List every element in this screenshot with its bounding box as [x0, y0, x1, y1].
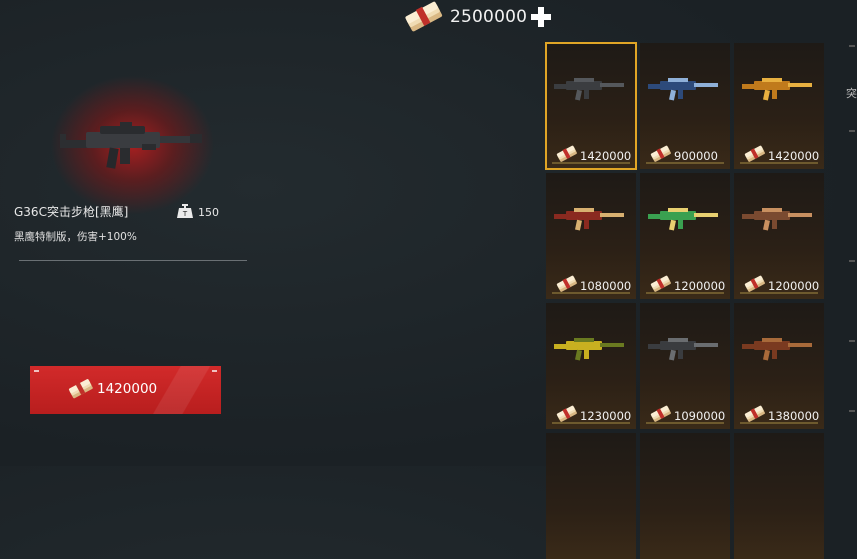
- weapon-card[interactable]: [734, 433, 824, 559]
- weapon-thumbnail: [648, 335, 722, 365]
- side-panel-label: 突: [846, 87, 857, 100]
- weapon-card[interactable]: 1200000: [640, 173, 730, 299]
- weapon-price-value: 1380000: [768, 408, 820, 423]
- weapon-card[interactable]: 1380000: [734, 303, 824, 429]
- weapon-price-value: 1420000: [768, 148, 820, 163]
- cash-stack-icon: [404, 1, 444, 33]
- weapon-card[interactable]: 900000: [640, 43, 730, 169]
- weight-icon: T: [176, 203, 194, 222]
- weapon-thumbnail: [648, 75, 722, 105]
- card-underline: [740, 162, 818, 164]
- buy-button[interactable]: 1420000: [30, 366, 221, 414]
- weapon-price-value: 1200000: [768, 278, 820, 293]
- weapon-thumbnail: [742, 205, 816, 235]
- weapon-price-value: 1420000: [580, 148, 632, 163]
- weapon-thumbnail: [648, 205, 722, 235]
- weapon-price-value: 1230000: [580, 408, 632, 423]
- cash-stack-icon: [68, 378, 94, 400]
- weapon-price-value: 1090000: [674, 408, 726, 423]
- card-underline: [646, 162, 724, 164]
- corner-mark: [212, 370, 217, 372]
- weapon-thumbnail: [554, 335, 628, 365]
- weapon-weight: T 150: [176, 203, 219, 222]
- weapon-thumbnail: [554, 205, 628, 235]
- card-underline: [552, 162, 630, 164]
- edge-mark: [849, 45, 855, 47]
- corner-mark: [34, 370, 39, 372]
- weapon-card[interactable]: 1420000: [734, 43, 824, 169]
- edge-mark: [849, 340, 855, 342]
- weapon-thumbnail: [742, 335, 816, 365]
- weight-value: 150: [198, 206, 219, 219]
- side-panel-edge: 突: [833, 0, 857, 466]
- weapon-price-value: 900000: [674, 148, 718, 163]
- weapon-card[interactable]: 1230000: [546, 303, 636, 429]
- currency-display: 2500000: [404, 0, 552, 34]
- edge-mark: [849, 130, 855, 132]
- edge-mark: [849, 260, 855, 262]
- divider: [19, 260, 247, 261]
- card-underline: [740, 292, 818, 294]
- buy-price: 1420000: [97, 381, 158, 397]
- edge-mark: [849, 410, 855, 412]
- weapon-thumbnail: [554, 75, 628, 105]
- weapon-card[interactable]: [546, 433, 636, 559]
- weapon-preview-image: [60, 120, 205, 179]
- currency-amount: 2500000: [450, 7, 528, 27]
- weapon-price-value: 1200000: [674, 278, 726, 293]
- card-underline: [552, 422, 630, 424]
- weapon-name: G36C突击步枪[黑鹰]: [14, 205, 129, 219]
- plus-icon[interactable]: [530, 6, 552, 28]
- weapon-card[interactable]: 1200000: [734, 173, 824, 299]
- card-underline: [646, 422, 724, 424]
- svg-text:T: T: [182, 210, 188, 218]
- card-underline: [740, 422, 818, 424]
- weapon-card[interactable]: 1420000: [545, 42, 637, 170]
- weapon-description: 黑鹰特制版，伤害+100%: [14, 231, 137, 243]
- card-underline: [552, 292, 630, 294]
- weapon-card[interactable]: [640, 433, 730, 559]
- weapon-card[interactable]: 1080000: [546, 173, 636, 299]
- weapon-thumbnail: [742, 75, 816, 105]
- weapon-price-value: 1080000: [580, 278, 632, 293]
- card-underline: [646, 292, 724, 294]
- weapon-card[interactable]: 1090000: [640, 303, 730, 429]
